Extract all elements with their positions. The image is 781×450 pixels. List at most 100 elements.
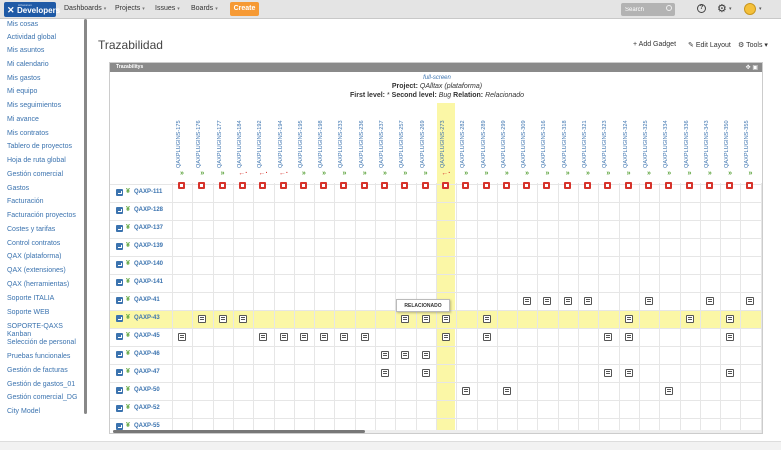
edit-layout-button[interactable]: ✎ Edit Layout: [688, 41, 731, 49]
column-header[interactable]: QAXPLUGINS-195 »: [295, 104, 313, 199]
column-header[interactable]: QAXPLUGINS-323 »: [599, 104, 617, 199]
relation-link-icon[interactable]: [644, 297, 653, 305]
column-issue-key[interactable]: QAXPLUGINS-237: [379, 106, 389, 168]
column-header[interactable]: QAXPLUGINS-233 »: [335, 104, 353, 199]
column-issue-key[interactable]: QAXPLUGINS-195: [298, 106, 308, 168]
relation-link-icon[interactable]: [360, 333, 369, 341]
column-header[interactable]: QAXPLUGINS-192 ←·: [254, 104, 272, 199]
relation-link-icon[interactable]: [584, 297, 592, 305]
column-header[interactable]: QAXPLUGINS-334 »: [660, 104, 678, 199]
column-issue-key[interactable]: QAXPLUGINS-282: [460, 106, 470, 168]
relation-link-icon[interactable]: [198, 315, 207, 323]
column-header[interactable]: QAXPLUGINS-318 »: [559, 104, 577, 199]
column-issue-key[interactable]: QAXPLUGINS-334: [663, 106, 673, 168]
column-header[interactable]: QAXPLUGINS-325 »: [640, 104, 658, 199]
relation-link-icon[interactable]: [381, 351, 389, 359]
sidebar-item[interactable]: Gestión de gastos_01: [7, 381, 75, 389]
maximize-icon[interactable]: ▣: [752, 65, 758, 71]
row-header[interactable]: ¥ QAXP-47: [116, 364, 172, 381]
column-issue-key[interactable]: QAXPLUGINS-309: [521, 106, 531, 168]
nav-dashboards[interactable]: Dashboards ▾: [64, 5, 106, 12]
relation-link-icon[interactable]: [726, 333, 735, 341]
relation-link-icon[interactable]: [421, 351, 430, 359]
row-issue-key[interactable]: QAXP-55: [134, 423, 160, 429]
sidebar-item[interactable]: Actividad global: [7, 34, 56, 42]
relation-link-icon[interactable]: [401, 351, 410, 359]
move-icon[interactable]: ✥: [746, 65, 751, 71]
row-issue-key[interactable]: QAXP-41: [134, 297, 160, 303]
sidebar-item[interactable]: Selección de personal: [7, 339, 76, 347]
relation-link-icon[interactable]: [523, 297, 532, 305]
column-header[interactable]: QAXPLUGINS-176 »: [193, 104, 211, 199]
relation-link-icon[interactable]: [604, 333, 613, 341]
relation-link-icon[interactable]: [421, 315, 430, 323]
relation-link-icon[interactable]: [543, 297, 552, 305]
row-issue-key[interactable]: QAXP-128: [134, 207, 163, 213]
sidebar-item[interactable]: QAX (extensiones): [7, 267, 66, 275]
column-header[interactable]: QAXPLUGINS-175 »: [173, 104, 191, 199]
column-issue-key[interactable]: QAXPLUGINS-316: [541, 106, 551, 168]
column-issue-key[interactable]: QAXPLUGINS-194: [278, 106, 288, 168]
relation-link-icon[interactable]: [624, 315, 633, 323]
column-header[interactable]: QAXPLUGINS-356»: [762, 104, 763, 199]
horizontal-scrollbar[interactable]: [113, 430, 365, 433]
row-header[interactable]: ¥ QAXP-52: [116, 400, 172, 417]
relation-link-icon[interactable]: [178, 333, 186, 341]
row-header[interactable]: ¥ QAXP-41: [116, 292, 172, 309]
row-header[interactable]: ¥ QAXP-46: [116, 346, 172, 363]
column-issue-key[interactable]: QAXPLUGINS-233: [338, 106, 348, 168]
gear-icon[interactable]: ⚙: [717, 2, 727, 15]
sidebar-scrollbar[interactable]: [84, 19, 87, 414]
sidebar-item[interactable]: Facturación: [7, 198, 44, 206]
sidebar-item[interactable]: Gestión comercial: [7, 171, 63, 179]
column-header[interactable]: QAXPLUGINS-324 »: [620, 104, 638, 199]
fullscreen-link[interactable]: full-screen: [110, 75, 762, 81]
row-header[interactable]: ¥ QAXP-45: [116, 328, 172, 345]
sidebar-item[interactable]: QAX (herramientas): [7, 281, 69, 289]
help-icon[interactable]: ?: [697, 4, 706, 13]
add-gadget-button[interactable]: + Add Gadget: [633, 41, 676, 48]
search-icon[interactable]: [666, 5, 672, 11]
sidebar-item[interactable]: Mi equipo: [7, 88, 37, 96]
column-header[interactable]: QAXPLUGINS-282 »: [457, 104, 475, 199]
relation-link-icon[interactable]: [441, 315, 450, 323]
sidebar-item[interactable]: Costes y tarifas: [7, 226, 55, 234]
column-issue-key[interactable]: QAXPLUGINS-192: [257, 106, 267, 168]
sidebar-item[interactable]: Gastos: [7, 185, 29, 193]
column-header[interactable]: QAXPLUGINS-237 »: [376, 104, 394, 199]
column-issue-key[interactable]: QAXPLUGINS-343: [704, 106, 714, 168]
sidebar-item[interactable]: Soporte ITALIA: [7, 295, 54, 303]
column-header[interactable]: QAXPLUGINS-299 »: [498, 104, 516, 199]
relation-link-icon[interactable]: [604, 369, 613, 377]
column-header[interactable]: QAXPLUGINS-336 »: [681, 104, 699, 199]
row-issue-key[interactable]: QAXP-139: [134, 243, 163, 249]
column-issue-key[interactable]: QAXPLUGINS-323: [602, 106, 612, 168]
relation-link-icon[interactable]: [685, 315, 694, 323]
relation-link-icon[interactable]: [299, 333, 308, 341]
column-issue-key[interactable]: QAXPLUGINS-321: [582, 106, 592, 168]
relation-link-icon[interactable]: [726, 315, 735, 323]
sidebar-item[interactable]: Mis asuntos: [7, 47, 44, 55]
developers-logo[interactable]: ✕ Atlassian Developers: [4, 2, 60, 17]
column-issue-key[interactable]: QAXPLUGINS-336: [684, 106, 694, 168]
row-issue-key[interactable]: QAXP-46: [134, 351, 160, 357]
row-issue-key[interactable]: QAXP-140: [134, 261, 163, 267]
gadget-controls[interactable]: ✥ ▣: [746, 64, 758, 71]
column-issue-key[interactable]: QAXPLUGINS-350: [724, 106, 734, 168]
nav-projects[interactable]: Projects ▾: [115, 5, 145, 12]
row-issue-key[interactable]: QAXP-111: [134, 189, 162, 195]
sidebar-item[interactable]: Gestión comercial_DG: [7, 394, 77, 402]
row-issue-key[interactable]: QAXP-137: [134, 225, 163, 231]
relation-link-icon[interactable]: [746, 297, 755, 305]
column-issue-key[interactable]: QAXPLUGINS-257: [399, 106, 409, 168]
column-header[interactable]: QAXPLUGINS-309 »: [518, 104, 536, 199]
row-issue-key[interactable]: QAXP-45: [134, 333, 160, 339]
column-issue-key[interactable]: QAXPLUGINS-299: [501, 106, 511, 168]
column-header[interactable]: QAXPLUGINS-269 »: [417, 104, 435, 199]
relation-link-icon[interactable]: [482, 315, 491, 323]
sidebar-item[interactable]: Tablero de proyectos: [7, 143, 72, 151]
sidebar-item[interactable]: Control contratos: [7, 240, 60, 248]
column-issue-key[interactable]: QAXPLUGINS-175: [176, 106, 186, 168]
sidebar-item[interactable]: Mi calendario: [7, 61, 49, 69]
column-issue-key[interactable]: QAXPLUGINS-289: [481, 106, 491, 168]
